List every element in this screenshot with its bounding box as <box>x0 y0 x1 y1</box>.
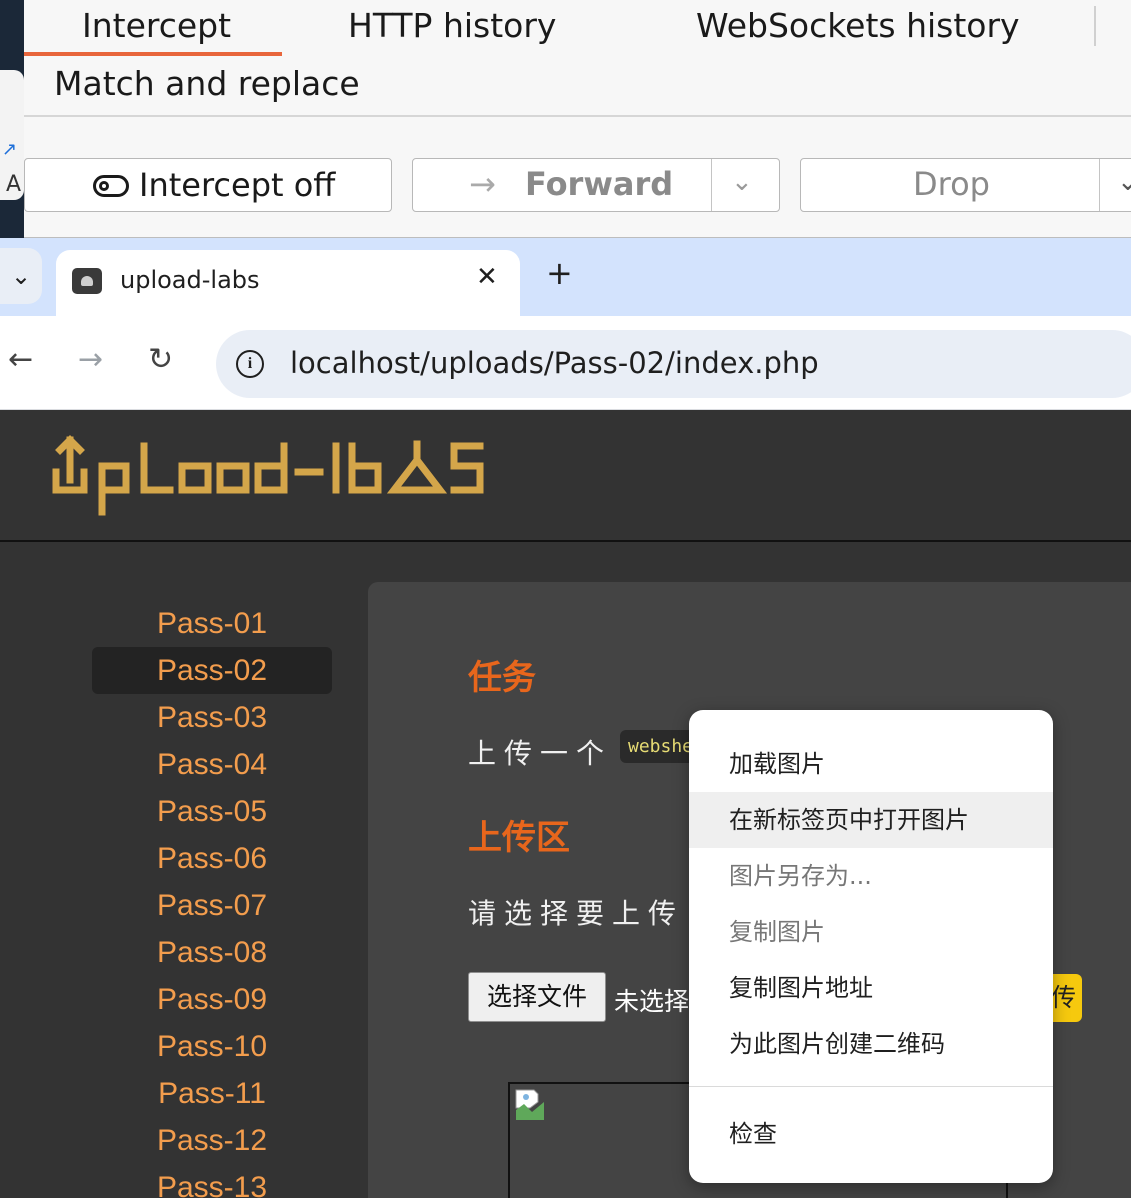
site-logo[interactable] <box>48 432 508 522</box>
info-icon[interactable]: i <box>236 350 264 378</box>
nav-item-pass-09[interactable]: Pass-09 <box>92 976 332 1023</box>
task-heading: 任务 <box>468 658 536 698</box>
nav-item-pass-07[interactable]: Pass-07 <box>92 882 332 929</box>
split-divider <box>711 159 712 211</box>
browser-tab-active[interactable]: upload-labs ✕ <box>56 250 520 316</box>
close-icon[interactable]: ✕ <box>476 262 498 292</box>
no-file-label: 未选择 <box>614 987 690 1016</box>
menu-item-copy-image-address[interactable]: 复制图片地址 <box>689 960 1053 1016</box>
back-arrow-icon[interactable]: ← <box>8 342 33 377</box>
tab-http-history[interactable]: HTTP history <box>348 6 556 45</box>
tab-separator <box>1094 6 1096 46</box>
menu-item-open-image-new-tab[interactable]: 在新标签页中打开图片 <box>689 792 1053 848</box>
intercept-button-label: Intercept off <box>139 166 336 204</box>
nav-item-pass-11[interactable]: Pass-11 <box>92 1070 332 1117</box>
new-tab-button[interactable]: + <box>546 254 573 292</box>
tab-title: upload-labs <box>120 266 260 294</box>
nav-item-pass-05[interactable]: Pass-05 <box>92 788 332 835</box>
browser-toolbar: ← → ↻ i localhost/uploads/Pass-02/index.… <box>0 316 1131 410</box>
upload-heading: 上传区 <box>468 818 570 858</box>
upload-instruction: 请选择要上传 <box>468 897 685 930</box>
page-header <box>0 410 1131 542</box>
nav-item-pass-02[interactable]: Pass-02 <box>92 647 332 694</box>
drop-button[interactable]: Drop ⌄ <box>800 158 1131 212</box>
forward-arrow-icon[interactable]: → <box>78 342 103 377</box>
tab-websockets-history[interactable]: WebSockets history <box>696 6 1020 45</box>
menu-separator <box>689 1086 1053 1087</box>
task-description: 上传一个 <box>468 737 613 770</box>
pass-navigation: Pass-01 Pass-02 Pass-03 Pass-04 Pass-05 … <box>92 600 332 1198</box>
menu-item-save-image-as: 图片另存为... <box>729 862 872 890</box>
forward-button[interactable]: → Forward ⌄ <box>412 158 780 212</box>
nav-item-pass-08[interactable]: Pass-08 <box>92 929 332 976</box>
tab-intercept[interactable]: Intercept <box>82 6 231 45</box>
menu-item-inspect[interactable]: 检查 <box>689 1106 1053 1162</box>
nav-item-pass-01[interactable]: Pass-01 <box>92 600 332 647</box>
desktop-strip: ↗ A <box>0 0 24 238</box>
address-bar[interactable]: i localhost/uploads/Pass-02/index.php <box>216 330 1131 398</box>
burp-proxy-panel: Intercept HTTP history WebSockets histor… <box>24 0 1131 238</box>
menu-item-load-image[interactable]: 加载图片 <box>689 736 1053 792</box>
intercept-toggle-button[interactable]: Intercept off <box>24 158 392 212</box>
tab-intercept-label: Intercept <box>82 6 232 45</box>
nav-item-pass-03[interactable]: Pass-03 <box>92 694 332 741</box>
divider <box>24 115 1131 117</box>
choose-file-button[interactable]: 选择文件 <box>468 972 606 1022</box>
toggle-icon <box>93 175 129 197</box>
desktop-label: A <box>6 172 22 197</box>
chevron-down-icon: ⌄ <box>10 262 32 290</box>
forward-button-label: Forward <box>525 165 674 203</box>
tab-match-and-replace[interactable]: Match and replace <box>54 64 360 103</box>
url-text[interactable]: localhost/uploads/Pass-02/index.php <box>290 346 819 380</box>
broken-image-icon <box>515 1089 544 1120</box>
active-tab-indicator <box>24 52 282 56</box>
nav-item-pass-04[interactable]: Pass-04 <box>92 741 332 788</box>
shortcut-arrow-icon: ↗ <box>2 139 18 160</box>
favicon-icon <box>72 268 102 294</box>
reload-icon[interactable]: ↻ <box>148 342 173 377</box>
tab-search-button[interactable]: ⌄ <box>0 248 42 304</box>
nav-item-pass-13[interactable]: Pass-13 <box>92 1164 332 1198</box>
browser-tab-strip: ⌄ upload-labs ✕ + <box>0 238 1131 316</box>
nav-item-pass-06[interactable]: Pass-06 <box>92 835 332 882</box>
arrow-right-icon: → <box>469 165 496 203</box>
menu-item-copy-image: 复制图片 <box>729 918 825 946</box>
menu-item-create-qr-code[interactable]: 为此图片创建二维码 <box>689 1016 1053 1072</box>
nav-item-pass-12[interactable]: Pass-12 <box>92 1117 332 1164</box>
chevron-down-icon[interactable]: ⌄ <box>731 167 753 197</box>
context-menu: 加载图片 在新标签页中打开图片 图片另存为... 复制图片 复制图片地址 为此图… <box>689 710 1053 1183</box>
chevron-down-icon[interactable]: ⌄ <box>1117 167 1131 197</box>
nav-item-pass-10[interactable]: Pass-10 <box>92 1023 332 1070</box>
drop-button-label: Drop <box>913 165 990 203</box>
split-divider <box>1099 159 1100 211</box>
